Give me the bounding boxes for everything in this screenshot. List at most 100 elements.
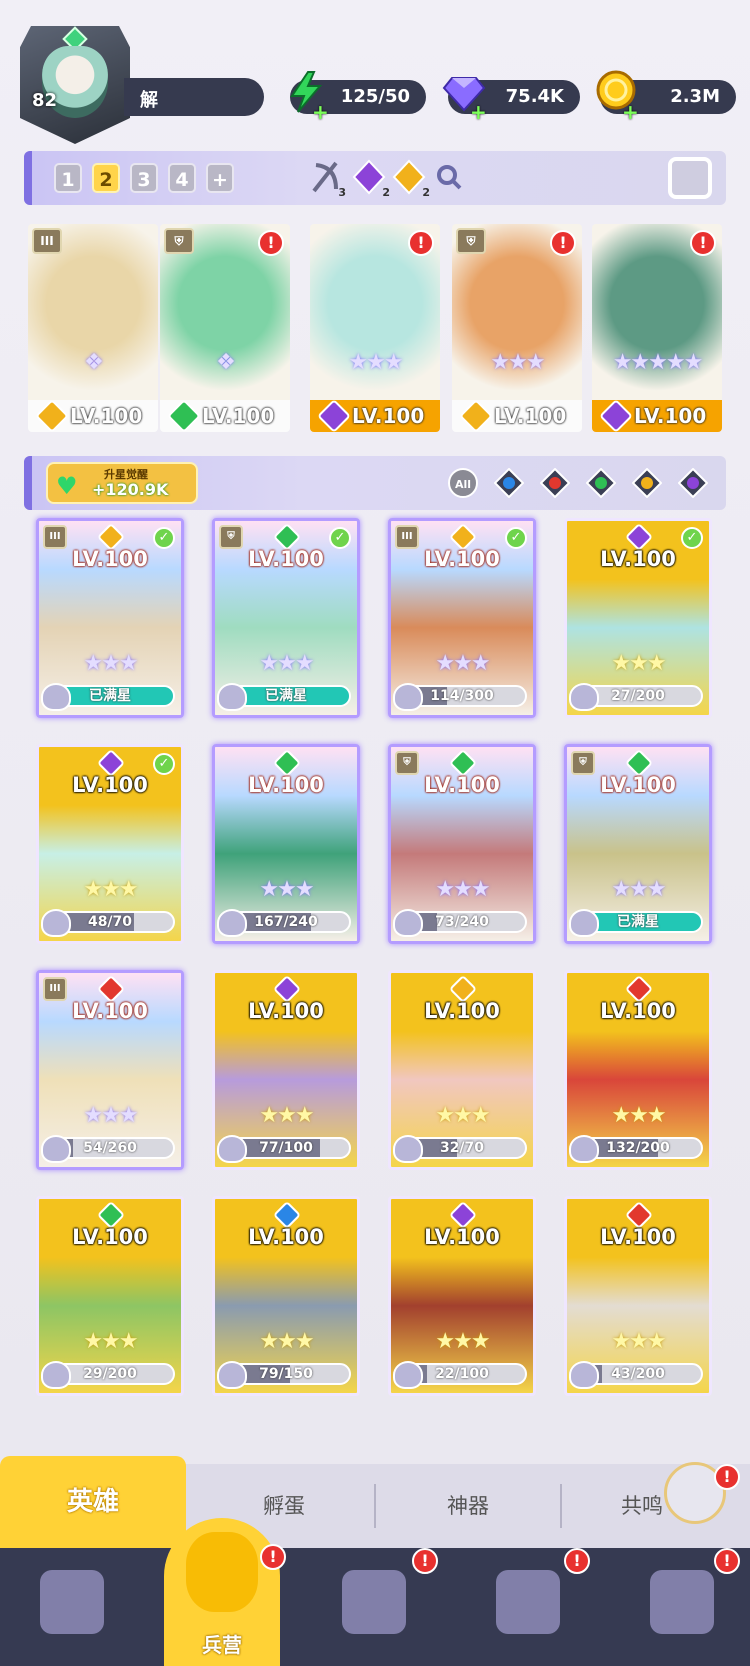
team-tab-2[interactable]: 2 [92, 163, 120, 193]
team-member-card[interactable]: ! ★★★★★ LV.100 [592, 224, 722, 432]
shard-icon [217, 909, 247, 937]
filter-fire[interactable] [539, 467, 571, 499]
hero-card[interactable]: LV.100 ★★★ 132/200 [564, 970, 712, 1170]
shard-icon [393, 1361, 423, 1389]
water-element-icon [493, 467, 525, 499]
team-member-card[interactable]: ⛨! ★★★ LV.100 [452, 224, 582, 432]
tier-badge-icon: ⛨ [164, 228, 194, 254]
moon-element-icon [677, 467, 709, 499]
check-icon: ✓ [153, 527, 175, 549]
hero-level: LV.100 [72, 547, 148, 571]
shard-icon [217, 683, 247, 711]
hero-card[interactable]: LV.100 ★★★ 22/100 [388, 1196, 536, 1396]
nav-barracks[interactable]: 兵营 [164, 1518, 280, 1666]
hero-card[interactable]: III ✓ LV.100 ★★★ 114/300 [388, 518, 536, 718]
hero-card[interactable]: LV.100 ★★★ 29/200 [36, 1196, 184, 1396]
filter-water[interactable] [493, 467, 525, 499]
tab-heroes[interactable]: 英雄 [0, 1456, 186, 1548]
top-bar: 82 解 + 125/50 + 75.4K + 2.3M [0, 0, 750, 148]
tier-badge-icon: III [43, 525, 67, 549]
star-rating: ★★★ [611, 1103, 666, 1128]
shard-icon [41, 1135, 71, 1163]
team-tab-3[interactable]: 3 [130, 163, 158, 193]
shard-icon [569, 909, 599, 937]
check-icon: ✓ [329, 527, 351, 549]
alert-badge-icon: ! [260, 1544, 286, 1570]
nav-guild[interactable] [630, 1560, 730, 1656]
nav-shop[interactable] [476, 1560, 576, 1656]
star-rating: ★★★ [490, 350, 545, 375]
check-icon: ✓ [681, 527, 703, 549]
team-tab-1[interactable]: 1 [54, 163, 82, 193]
hero-level: LV.100 [424, 547, 500, 571]
shop-icon [496, 1570, 560, 1634]
hero-level: LV.100 [248, 773, 324, 797]
check-icon: ✓ [505, 527, 527, 549]
player-level: 82 [32, 90, 58, 111]
bow-count: 3 [338, 186, 346, 199]
magnifier-icon[interactable] [434, 157, 464, 197]
hero-card[interactable]: ✓ LV.100 ★★★ 27/200 [564, 518, 712, 718]
tier-badge-icon: ⛨ [456, 228, 486, 254]
hero-card[interactable]: LV.100 ★★★ 79/150 [212, 1196, 360, 1396]
bottom-nav: ! ! ! [0, 1548, 750, 1666]
wings-icon: ❖ [216, 350, 236, 375]
player-avatar[interactable] [20, 26, 130, 144]
hero-level: LV.100 [600, 1225, 676, 1249]
hero-level: LV.100 [424, 1225, 500, 1249]
tier-badge-icon: ⛨ [571, 751, 595, 775]
filter-moon[interactable] [677, 467, 709, 499]
team-member-card[interactable]: ⛨! ❖ LV.100 [160, 224, 290, 432]
star-rating: ★★★ [83, 1103, 138, 1128]
team-member-card[interactable]: III ❖ LV.100 [28, 224, 158, 432]
tab-artifact[interactable]: 神器 [376, 1464, 560, 1548]
shard-icon [41, 1361, 71, 1389]
hero-card[interactable]: III LV.100 ★★★ 54/260 [36, 970, 184, 1170]
hero-level: LV.100 [248, 999, 324, 1023]
filter-nature[interactable] [585, 467, 617, 499]
star-rating: ★★★ [435, 877, 490, 902]
hero-card[interactable]: ✓ LV.100 ★★★ 48/70 [36, 744, 184, 944]
team-selector-bar: 1 2 3 4 + 3 2 2 [24, 151, 726, 205]
hero-level: LV.100 [72, 1225, 148, 1249]
collection-filter-bar: ♥ 升星觉醒 +120.9K All [24, 456, 726, 510]
hero-card[interactable]: ⛨ LV.100 ★★★ 已满星 [564, 744, 712, 944]
star-rating: ★★★ [83, 651, 138, 676]
alert-badge-icon: ! [714, 1464, 740, 1490]
team-tab-add[interactable]: + [206, 163, 234, 193]
hero-card[interactable]: ⛨ LV.100 ★★★ 73/240 [388, 744, 536, 944]
hero-card[interactable]: ⛨ ✓ LV.100 ★★★ 已满星 [212, 518, 360, 718]
nav-map[interactable] [322, 1560, 422, 1656]
plus-icon: + [312, 100, 329, 124]
star-awaken-button[interactable]: ♥ 升星觉醒 +120.9K [46, 462, 198, 504]
map-icon [342, 1570, 406, 1634]
hero-card[interactable]: LV.100 ★★★ 167/240 [212, 744, 360, 944]
gold-resource[interactable]: + 2.3M [596, 70, 736, 124]
shard-icon [393, 683, 423, 711]
hero-level: LV.100 [424, 773, 500, 797]
star-rating: ★★★ [259, 1103, 314, 1128]
heart-icon: ♥ [56, 472, 78, 500]
filter-all[interactable]: All [448, 468, 478, 498]
wings-icon: ❖ [84, 350, 104, 375]
star-rating: ★★★ [259, 651, 314, 676]
gems-resource[interactable]: + 75.4K [442, 77, 580, 124]
alert-badge-icon: ! [412, 1548, 438, 1574]
energy-resource[interactable]: + 125/50 [290, 71, 426, 124]
hero-level: LV.100 [600, 547, 676, 571]
share-icon[interactable] [668, 157, 712, 199]
hero-card[interactable]: LV.100 ★★★ 43/200 [564, 1196, 712, 1396]
energy-value: 125/50 [340, 86, 410, 107]
nav-cards[interactable] [20, 1560, 120, 1656]
star-rating: ★★★ [83, 1329, 138, 1354]
team-member-card[interactable]: ! ★★★ LV.100 [310, 224, 440, 432]
hero-card[interactable]: III ✓ LV.100 ★★★ 已满星 [36, 518, 184, 718]
alert-badge-icon: ! [258, 230, 284, 256]
sub-tabs: 英雄 孵蛋 神器 共鸣 [0, 1456, 750, 1548]
star-rating: ★★★ [259, 877, 314, 902]
hero-card[interactable]: LV.100 ★★★ 32/70 [388, 970, 536, 1170]
team-tab-4[interactable]: 4 [168, 163, 196, 193]
hero-card[interactable]: LV.100 ★★★ 77/100 [212, 970, 360, 1170]
nature-element-icon [585, 467, 617, 499]
filter-light[interactable] [631, 467, 663, 499]
